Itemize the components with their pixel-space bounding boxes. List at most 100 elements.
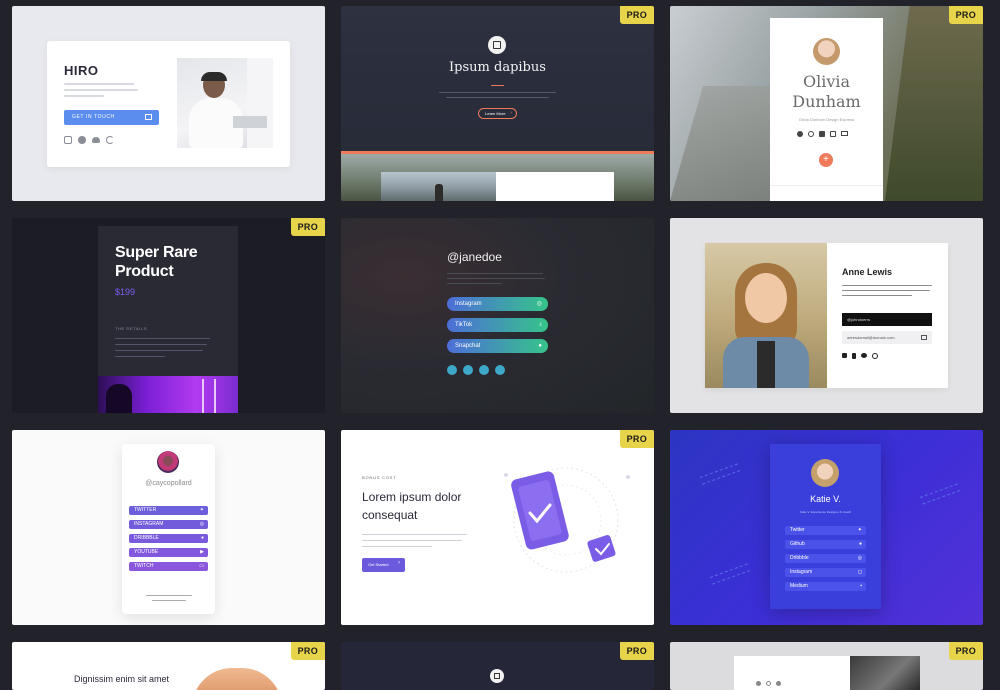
- template-card-ipsum-dapibus[interactable]: PRO Ipsum dapibus Learn More ›: [341, 6, 654, 201]
- anne-field-1[interactable]: @johndoerrs: [842, 313, 932, 326]
- envelope-icon[interactable]: [495, 365, 505, 375]
- olivia-subtitle: Olivia Dunham Design Express: [798, 117, 855, 122]
- template-card-katie-v[interactable]: Katie V. Katie V. Experience Designer & …: [670, 430, 983, 625]
- twitter-icon[interactable]: [842, 353, 847, 358]
- facebook-icon[interactable]: [776, 681, 781, 686]
- cloud-icon[interactable]: [861, 353, 867, 358]
- instagram-icon[interactable]: [766, 681, 771, 686]
- hiro-panel: HIRO GET IN TOUCH: [47, 41, 290, 167]
- lorem-title-line1: Lorem ipsum dolor: [362, 490, 462, 504]
- katie-subtitle: Katie V. Experience Designer & Coach: [799, 510, 852, 514]
- chevron-right-icon: ›: [398, 560, 400, 566]
- snapchat-icon: ●: [538, 343, 542, 349]
- ipsum-button-label: Learn More: [485, 111, 506, 116]
- katie-avatar: [811, 459, 839, 487]
- pro-badge: PRO: [948, 6, 983, 24]
- envelope-icon: [145, 114, 152, 120]
- twitter-icon: ✦: [857, 527, 862, 533]
- product-title-line2: Product: [115, 263, 174, 280]
- spinner-icon[interactable]: [106, 136, 114, 144]
- cayco-avatar: [157, 451, 179, 473]
- twitter-icon[interactable]: [756, 681, 761, 686]
- olivia-name-line2: Dunham: [792, 92, 861, 111]
- template-card-olivia-dunham[interactable]: PRO Olivia Dunham Olivia Dunham Design E…: [670, 6, 983, 201]
- template-card-dark-book[interactable]: PRO: [341, 642, 654, 690]
- cayco-link-twitch[interactable]: TWITCH ▭: [129, 562, 208, 571]
- hiro-photo: [177, 58, 273, 148]
- katie-name: Katie V.: [810, 494, 841, 504]
- template-card-gray-profile[interactable]: PRO: [670, 642, 983, 690]
- katie-panel: Katie V. Katie V. Experience Designer & …: [770, 444, 881, 609]
- katie-link-instagram[interactable]: Instagram ◻: [785, 568, 866, 577]
- anne-field-2[interactable]: adresdamail@domain.com: [842, 331, 932, 344]
- janedoe-link-tiktok[interactable]: TikTok ♪: [447, 318, 548, 332]
- facebook-icon[interactable]: [852, 353, 856, 359]
- product-purple-photo: [98, 376, 238, 413]
- janedoe-handle: @janedoe: [447, 250, 502, 264]
- twitter-icon: ✦: [199, 507, 204, 513]
- hiro-title: HIRO: [64, 63, 99, 78]
- dribbble-icon: ●: [200, 535, 204, 541]
- ipsum-title: Ipsum dapibus: [449, 60, 546, 75]
- anne-photo: [705, 243, 827, 388]
- katie-link-medium[interactable]: Medium ▪: [785, 582, 866, 591]
- hiro-get-in-touch-button[interactable]: GET IN TOUCH: [64, 110, 159, 125]
- template-card-janedoe[interactable]: @janedoe Instagram ◎ TikTok ♪ Snapchat ●: [341, 218, 654, 413]
- cloud-icon[interactable]: [92, 137, 100, 143]
- olivia-plus-button[interactable]: +: [819, 153, 833, 167]
- cayco-link-dribbble[interactable]: DRIBBBLE ●: [129, 534, 208, 543]
- vimeo-icon[interactable]: [463, 365, 473, 375]
- anne-name: Anne Lewis: [842, 267, 893, 277]
- twitter-icon[interactable]: [447, 365, 457, 375]
- book-logo-icon: [490, 669, 504, 683]
- dribbble-icon[interactable]: [808, 131, 814, 137]
- plus-icon: +: [823, 154, 829, 165]
- instagram-icon[interactable]: [64, 136, 72, 144]
- katie-link-twitter[interactable]: Twitter ✦: [785, 526, 866, 535]
- medium-icon: ▪: [860, 583, 862, 589]
- dribbble-icon[interactable]: [872, 353, 878, 359]
- dignissim-photo: [192, 668, 282, 690]
- ipsum-hiker-photo: [381, 172, 496, 201]
- hiro-button-label: GET IN TOUCH: [72, 114, 115, 120]
- pro-badge: PRO: [619, 430, 654, 448]
- template-card-super-rare-product[interactable]: PRO Super Rare Product $199 THE DETAILS: [12, 218, 325, 413]
- template-card-anne-lewis[interactable]: Anne Lewis @johndoerrs adresdamail@domai…: [670, 218, 983, 413]
- globe-icon[interactable]: [78, 136, 86, 144]
- product-section-label: THE DETAILS: [115, 326, 148, 331]
- olivia-profile-panel: Olivia Dunham Olivia Dunham Design Expre…: [770, 18, 883, 201]
- product-title-line1: Super Rare: [115, 244, 198, 261]
- instagram-icon: ◻: [857, 569, 862, 575]
- twitter-icon[interactable]: [819, 131, 825, 137]
- katie-link-github[interactable]: Github ●: [785, 540, 866, 549]
- pinterest-icon[interactable]: [479, 365, 489, 375]
- envelope-icon[interactable]: [841, 131, 848, 136]
- cayco-link-twitter[interactable]: TWITTER ✦: [129, 506, 208, 515]
- pro-badge: PRO: [290, 218, 325, 236]
- github-icon[interactable]: [797, 131, 803, 137]
- dignissim-title: Dignissim enim sit amet: [74, 674, 170, 684]
- janedoe-link-instagram[interactable]: Instagram ◎: [447, 297, 548, 311]
- instagram-icon: ◎: [536, 301, 542, 307]
- lorem-illustration: [496, 465, 636, 575]
- cayco-handle: @caycopollard: [145, 480, 192, 487]
- olivia-avatar: [813, 38, 840, 65]
- tiktok-icon: ♪: [539, 322, 542, 328]
- twitch-icon: ▭: [199, 563, 204, 569]
- janedoe-link-snapchat[interactable]: Snapchat ●: [447, 339, 548, 353]
- lorem-get-started-button[interactable]: Get Started ›: [362, 558, 405, 572]
- instagram-icon: ◎: [199, 521, 204, 527]
- template-card-lorem-ipsum[interactable]: PRO BONUS COST Lorem ipsum dolor consequ…: [341, 430, 654, 625]
- ipsum-learn-more-button[interactable]: Learn More ›: [478, 108, 517, 119]
- github-icon: ●: [858, 541, 862, 547]
- template-card-dignissim[interactable]: PRO Dignissim enim sit amet: [12, 642, 325, 690]
- anne-panel: Anne Lewis @johndoerrs adresdamail@domai…: [705, 243, 948, 388]
- cayco-link-instagram[interactable]: INSTAGRAM ◎: [129, 520, 208, 529]
- dribbble-icon: ◎: [857, 555, 862, 561]
- template-card-hiro[interactable]: HIRO GET IN TOUCH: [12, 6, 325, 201]
- instagram-icon[interactable]: [830, 131, 836, 137]
- cayco-panel: @caycopollard TWITTER ✦ INSTAGRAM ◎ DRIBBB…: [122, 444, 215, 614]
- cayco-link-youtube[interactable]: YOUTUBE ▶: [129, 548, 208, 557]
- katie-link-dribbble[interactable]: Dribbble ◎: [785, 554, 866, 563]
- template-card-caycopollard[interactable]: @caycopollard TWITTER ✦ INSTAGRAM ◎ DRIBBB…: [12, 430, 325, 625]
